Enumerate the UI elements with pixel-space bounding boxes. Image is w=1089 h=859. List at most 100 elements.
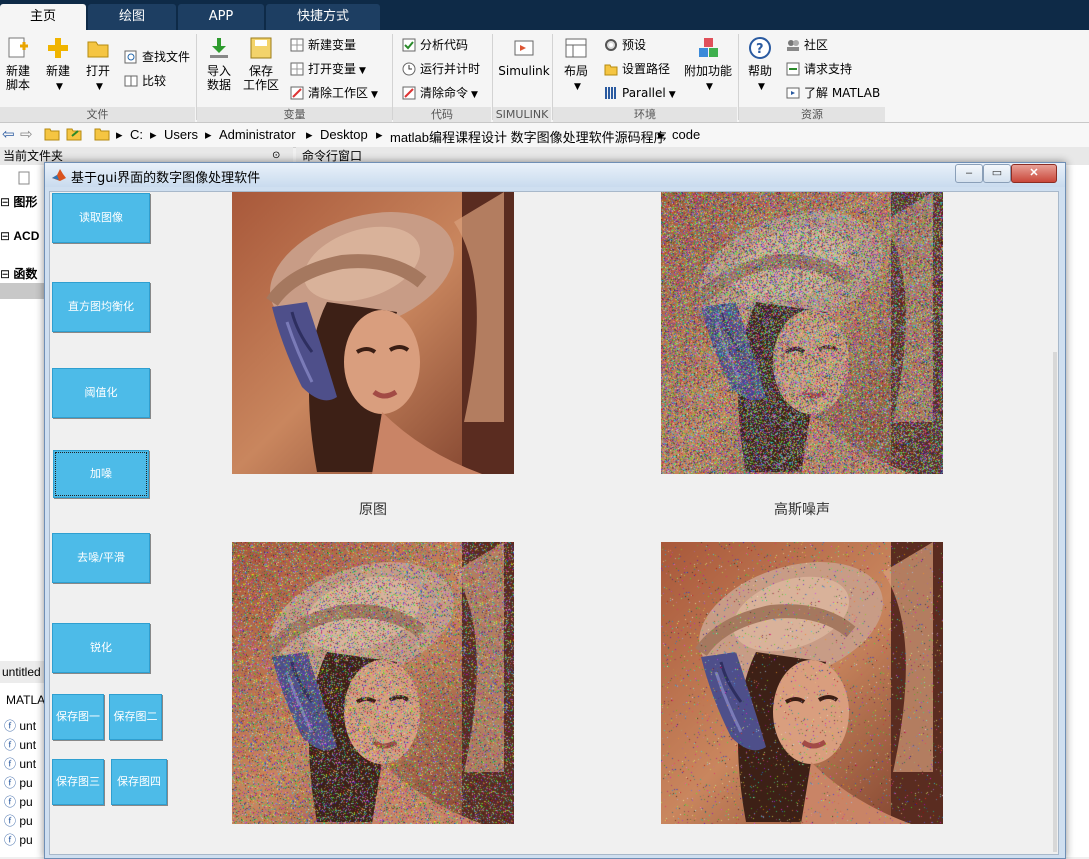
- set-path-button[interactable]: 设置路径: [604, 60, 670, 78]
- analyze-code-button[interactable]: 分析代码: [402, 36, 468, 54]
- run-time-icon: [402, 62, 416, 76]
- breadcrumb-administrator[interactable]: Administrator: [219, 127, 296, 142]
- list-item[interactable]: ⓕ unt: [4, 755, 36, 774]
- file-list: ⓕ unt ⓕ unt ⓕ unt ⓕ pu ⓕ pu ⓕ pu ⓕ pu: [4, 717, 36, 850]
- request-support-button[interactable]: 请求支持: [786, 60, 852, 78]
- axes1-caption: 原图: [359, 502, 387, 518]
- parallel-icon: [604, 86, 618, 100]
- community-icon: [786, 38, 800, 52]
- up-folder-icon[interactable]: [44, 127, 60, 144]
- open-label: 打开: [85, 64, 110, 78]
- tree-label: 图形: [13, 195, 38, 209]
- list-item-label: unt: [19, 719, 37, 733]
- open-button[interactable]: 打开 ▼: [82, 36, 114, 94]
- save-image-3-button[interactable]: 保存图三: [52, 759, 104, 805]
- histogram-equalization-button[interactable]: 直方图均衡化: [52, 282, 150, 332]
- list-item[interactable]: ⓕ pu: [4, 812, 36, 831]
- breadcrumb-separator: ▸: [306, 127, 313, 142]
- list-item-label: pu: [19, 795, 33, 809]
- tree-node-acd[interactable]: ⊟ ACD: [0, 229, 39, 243]
- open-variable-button[interactable]: 打开变量 ▼: [290, 60, 366, 78]
- tree-node-functions[interactable]: ⊟ 函数: [0, 265, 37, 282]
- chevron-down-icon: ▼: [668, 90, 676, 100]
- command-window-body[interactable]: [1064, 165, 1089, 857]
- ribbon-toolstrip: 新建 脚本 新建 ▼ 打开 ▼ 查找文件 比较 文件 导入 数据 保存 工作区 新建…: [0, 30, 1089, 123]
- portrait-image: [232, 192, 514, 474]
- breadcrumb-code[interactable]: code: [672, 127, 700, 142]
- tree-node-figures[interactable]: ⊟ 图形: [0, 193, 37, 210]
- save-image-2-button[interactable]: 保存图二: [109, 694, 162, 740]
- find-files-button[interactable]: 查找文件: [124, 48, 190, 66]
- find-files-label: 查找文件: [142, 50, 191, 64]
- denoise-smooth-button[interactable]: 去噪/平滑: [52, 533, 150, 583]
- list-item[interactable]: ⓕ pu: [4, 793, 36, 812]
- new-button[interactable]: 新建 ▼: [42, 36, 74, 94]
- editor-tab[interactable]: untitled: [0, 661, 46, 683]
- breadcrumb-drive[interactable]: C:: [130, 127, 143, 142]
- import-icon: [207, 36, 231, 60]
- threshold-button[interactable]: 阈值化: [52, 368, 150, 418]
- maximize-button[interactable]: ▭: [983, 164, 1011, 183]
- browse-folder-icon[interactable]: [66, 127, 82, 144]
- file-group-label: 文件: [0, 107, 195, 122]
- parallel-label: Parallel: [622, 86, 666, 100]
- learn-matlab-button[interactable]: 了解 MATLAB: [786, 84, 880, 102]
- noise-overlay: [661, 192, 943, 474]
- save-workspace-button[interactable]: 保存 工作区: [242, 36, 280, 92]
- new-variable-button[interactable]: 新建变量: [290, 36, 356, 54]
- clear-commands-button[interactable]: 清除命令 ▼: [402, 84, 478, 102]
- compare-button[interactable]: 比较: [124, 72, 166, 90]
- function-icon: ⓕ: [4, 738, 17, 752]
- tab-shortcuts[interactable]: 快捷方式: [266, 4, 380, 30]
- breadcrumb-desktop[interactable]: Desktop: [320, 127, 368, 142]
- simulink-group-label: SIMULINK: [493, 107, 551, 122]
- help-button[interactable]: ? 帮助 ▼: [744, 36, 776, 94]
- scrollbar[interactable]: [1053, 352, 1057, 852]
- chevron-down-icon: ▼: [706, 82, 713, 92]
- tab-home[interactable]: 主页: [0, 4, 86, 30]
- community-button[interactable]: 社区: [786, 36, 828, 54]
- add-noise-button[interactable]: 加噪: [53, 450, 149, 498]
- figure-title-bar: 基于gui界面的数字图像处理软件 – ▭ ✕: [45, 163, 1065, 187]
- addons-button[interactable]: 附加功能 ▼: [682, 36, 734, 94]
- save-image-1-button[interactable]: 保存图一: [52, 694, 104, 740]
- read-image-button[interactable]: 读取图像: [52, 193, 150, 243]
- learn-icon: [786, 86, 800, 100]
- list-item-label: pu: [19, 833, 33, 847]
- environment-group-label: 环境: [553, 107, 737, 122]
- preferences-label: 预设: [622, 38, 647, 52]
- list-item[interactable]: ⓕ unt: [4, 717, 36, 736]
- sharpen-button[interactable]: 锐化: [52, 623, 150, 673]
- layout-label: 布局: [563, 64, 588, 78]
- list-item[interactable]: ⓕ unt: [4, 736, 36, 755]
- tab-plots[interactable]: 绘图: [88, 4, 176, 30]
- close-button[interactable]: ✕: [1011, 164, 1057, 183]
- minimize-button[interactable]: –: [955, 164, 983, 183]
- save-workspace-label: 保存 工作区: [242, 64, 279, 92]
- save-image-4-button[interactable]: 保存图四: [111, 759, 167, 805]
- list-item-label: unt: [19, 738, 37, 752]
- set-path-label: 设置路径: [622, 62, 671, 76]
- file-icon: [18, 171, 30, 188]
- run-and-time-button[interactable]: 运行并计时: [402, 60, 480, 78]
- clear-workspace-label: 清除工作区: [308, 86, 369, 100]
- import-data-button[interactable]: 导入 数据: [202, 36, 236, 92]
- clear-workspace-button[interactable]: 清除工作区 ▼: [290, 84, 378, 102]
- tab-apps[interactable]: APP: [178, 4, 264, 30]
- forward-arrow-icon[interactable]: ⇨: [20, 125, 33, 143]
- breadcrumb-separator: ▸: [150, 127, 157, 142]
- new-script-button[interactable]: 新建 脚本: [2, 36, 34, 92]
- simulink-button[interactable]: Simulink: [498, 36, 550, 78]
- preferences-button[interactable]: 预设: [604, 36, 646, 54]
- layout-icon: [564, 36, 588, 60]
- list-item[interactable]: ⓕ pu: [4, 831, 36, 850]
- breadcrumb-project[interactable]: matlab编程课程设计 数字图像处理软件源码程序: [390, 127, 667, 146]
- list-item[interactable]: ⓕ pu: [4, 774, 36, 793]
- noise-overlay: [232, 542, 514, 824]
- layout-button[interactable]: 布局 ▼: [560, 36, 592, 94]
- back-arrow-icon[interactable]: ⇦: [2, 125, 15, 143]
- new-script-icon: [6, 36, 30, 60]
- parallel-button[interactable]: Parallel ▼: [604, 84, 676, 102]
- breadcrumb-users[interactable]: Users: [164, 127, 198, 142]
- folder-icon: [94, 127, 110, 144]
